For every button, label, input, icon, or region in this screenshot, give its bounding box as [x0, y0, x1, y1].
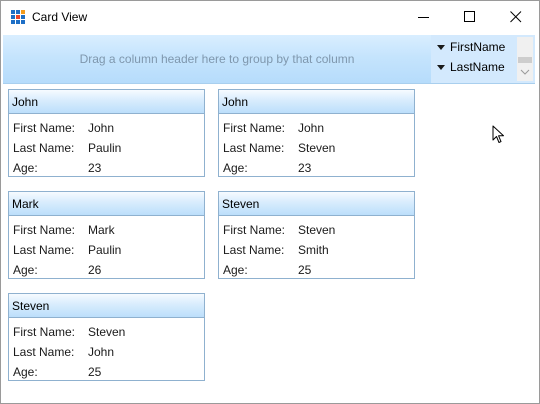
field-label: Age:: [223, 263, 248, 277]
card-header[interactable]: John: [9, 90, 204, 114]
field-row-age: Age: 23: [13, 159, 203, 177]
field-value[interactable]: John: [298, 121, 324, 135]
field-label: Last Name:: [13, 141, 75, 155]
chevron-down-icon[interactable]: [520, 69, 530, 75]
field-label: Last Name:: [223, 141, 285, 155]
field-row-first-name: First Name: John: [223, 119, 413, 137]
field-value[interactable]: John: [88, 345, 114, 359]
close-icon: [510, 11, 522, 23]
sort-field-label: LastName: [450, 60, 505, 74]
field-row-last-name: Last Name: Paulin: [13, 139, 203, 157]
card[interactable]: Steven First Name: Steven Last Name: Smith…: [218, 191, 415, 279]
field-label: Age:: [13, 263, 38, 277]
card[interactable]: John First Name: John Last Name: Paulin Ag…: [8, 89, 205, 177]
card-title: John: [12, 95, 39, 109]
field-value[interactable]: Mark: [88, 223, 115, 237]
sort-descending-icon: [437, 65, 445, 70]
field-row-first-name: First Name: John: [13, 119, 203, 137]
field-row-first-name: First Name: Mark: [13, 221, 203, 239]
field-label: First Name:: [13, 223, 76, 237]
minimize-button[interactable]: [401, 1, 447, 33]
app-grid-icon: [11, 10, 25, 24]
sort-field-firstname[interactable]: FirstName: [431, 37, 515, 57]
field-row-last-name: Last Name: Smith: [223, 241, 413, 259]
field-label: Age:: [13, 365, 38, 379]
field-value[interactable]: 26: [88, 263, 101, 277]
field-row-age: Age: 25: [13, 363, 203, 381]
card-title: John: [222, 95, 249, 109]
window-title: Card View: [32, 10, 88, 24]
field-label: Last Name:: [13, 243, 75, 257]
field-label: First Name:: [13, 121, 76, 135]
field-value[interactable]: John: [88, 121, 114, 135]
field-label: Age:: [223, 161, 248, 175]
sort-field-lastname[interactable]: LastName: [431, 57, 515, 77]
field-value[interactable]: Paulin: [88, 243, 121, 257]
field-row-age: Age: 26: [13, 261, 203, 279]
field-row-age: Age: 25: [223, 261, 413, 279]
card-header[interactable]: Mark: [9, 192, 204, 216]
field-value[interactable]: Steven: [298, 223, 335, 237]
sort-panel-scrollbar[interactable]: [517, 37, 533, 81]
sort-descending-icon: [437, 45, 445, 50]
card-header[interactable]: John: [219, 90, 414, 114]
sort-fields-panel: FirstName LastName: [431, 35, 535, 84]
card[interactable]: John First Name: John Last Name: Steven Ag…: [218, 89, 415, 177]
field-row-age: Age: 23: [223, 159, 413, 177]
field-value[interactable]: Paulin: [88, 141, 121, 155]
field-value[interactable]: Steven: [298, 141, 335, 155]
card-title: Mark: [12, 197, 39, 211]
field-value[interactable]: 25: [298, 263, 311, 277]
field-value[interactable]: 25: [88, 365, 101, 379]
field-label: Last Name:: [13, 345, 75, 359]
card[interactable]: Steven First Name: Steven Last Name: John …: [8, 293, 205, 381]
minimize-icon: [418, 17, 429, 18]
mouse-cursor-icon: [492, 125, 504, 143]
field-row-last-name: Last Name: Steven: [223, 139, 413, 157]
field-row-first-name: First Name: Steven: [13, 323, 203, 341]
sort-field-label: FirstName: [450, 40, 506, 54]
group-by-hint: Drag a column header here to group by th…: [79, 52, 355, 66]
field-label: Last Name:: [223, 243, 285, 257]
card-view-window: Card View Drag a column header here to g…: [0, 0, 540, 404]
field-value[interactable]: Smith: [298, 243, 329, 257]
field-value[interactable]: 23: [298, 161, 311, 175]
field-label: First Name:: [13, 325, 76, 339]
group-by-panel[interactable]: Drag a column header here to group by th…: [3, 35, 431, 84]
card-title: Steven: [222, 197, 260, 211]
close-button[interactable]: [493, 1, 539, 33]
card-header[interactable]: Steven: [219, 192, 414, 216]
field-row-first-name: First Name: Steven: [223, 221, 413, 239]
field-label: First Name:: [223, 223, 286, 237]
title-bar[interactable]: Card View: [1, 1, 539, 33]
field-row-last-name: Last Name: John: [13, 343, 203, 361]
field-value[interactable]: Steven: [88, 325, 125, 339]
field-label: Age:: [13, 161, 38, 175]
card-title: Steven: [12, 299, 50, 313]
scrollbar-thumb[interactable]: [518, 57, 532, 63]
maximize-button[interactable]: [447, 1, 493, 33]
field-row-last-name: Last Name: Paulin: [13, 241, 203, 259]
field-label: First Name:: [223, 121, 286, 135]
card[interactable]: Mark First Name: Mark Last Name: Paulin Ag…: [8, 191, 205, 279]
field-value[interactable]: 23: [88, 161, 101, 175]
card-header[interactable]: Steven: [9, 294, 204, 318]
maximize-icon: [464, 11, 475, 22]
